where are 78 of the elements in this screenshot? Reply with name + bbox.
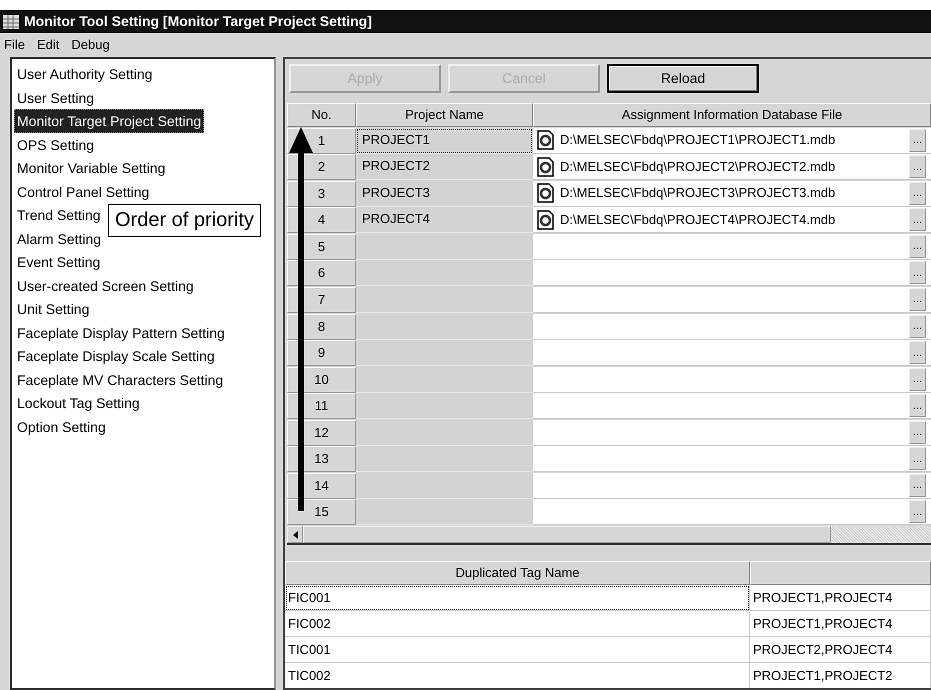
file-path: D:\MELSEC\Fbdq\PROJECT3\PROJECT3.mdb (560, 184, 836, 202)
sidebar-item[interactable]: Monitor Target Project Setting (14, 109, 204, 132)
row-number: 14 (287, 472, 356, 499)
scroll-left-icon (292, 530, 298, 538)
database-file-icon (537, 156, 554, 177)
file-path: D:\MELSEC\Fbdq\PROJECT1\PROJECT1.mdb (560, 131, 836, 150)
scroll-thumb[interactable] (303, 526, 831, 543)
sidebar-item[interactable]: Lockout Tag Setting (14, 391, 143, 414)
database-file-icon (537, 130, 554, 150)
database-file-icon (537, 210, 554, 230)
table-cell: PROJECT1,PROJECT2 (750, 663, 931, 688)
browse-button[interactable]: ... (909, 500, 926, 524)
sidebar-item[interactable]: Control Panel Setting (14, 180, 152, 203)
column-header[interactable]: No. (287, 103, 356, 127)
row-number: 9 (287, 340, 356, 366)
browse-button[interactable]: ... (909, 368, 926, 391)
row-number: 13 (287, 446, 356, 472)
file-path: D:\MELSEC\Fbdq\PROJECT4\PROJECT4.mdb (560, 211, 836, 229)
row-number: 7 (287, 286, 356, 313)
toolbar-button[interactable]: Reload (607, 64, 759, 93)
browse-button[interactable]: ... (909, 182, 926, 205)
row-number: 10 (287, 366, 356, 393)
table-cell: PROJECT1,PROJECT4 (750, 611, 931, 637)
row-number: 5 (287, 234, 356, 260)
browse-button[interactable]: ... (909, 341, 926, 364)
sidebar-item[interactable]: User Setting (14, 86, 98, 109)
sidebar-item[interactable]: Alarm Setting (14, 226, 104, 250)
table-cell: PROJECT1 (356, 128, 533, 154)
horizontal-scrollbar[interactable] (287, 526, 931, 545)
browse-button[interactable]: ... (909, 261, 926, 284)
sidebar-item[interactable]: User-created Screen Setting (14, 274, 197, 297)
browse-button[interactable]: ... (909, 155, 926, 178)
scroll-left-button[interactable] (287, 526, 303, 543)
sidebar-item[interactable]: Faceplate Display Scale Setting (14, 344, 218, 368)
file-path: D:\MELSEC\Fbdq\PROJECT2\PROJECT2.mdb (560, 158, 836, 176)
sidebar-item[interactable]: OPS Setting (14, 132, 98, 156)
browse-button[interactable]: ... (909, 208, 926, 232)
row-number: 3 (287, 180, 356, 207)
sidebar-item[interactable]: Faceplate MV Characters Setting (14, 368, 226, 391)
table-cell: TIC001 (285, 637, 750, 663)
row-number: 4 (287, 207, 356, 234)
row-number: 11 (287, 393, 356, 420)
sidebar-item[interactable]: User Authority Setting (14, 62, 156, 86)
app-icon (2, 14, 20, 30)
column-header: Duplicated Tag Name (285, 561, 750, 585)
browse-button[interactable]: ... (909, 234, 926, 258)
column-header[interactable]: Project Name (356, 103, 533, 127)
table-cell: TIC002 (285, 663, 750, 688)
browse-button[interactable]: ... (909, 394, 926, 418)
menu-item[interactable]: Debug (71, 35, 110, 55)
row-number: 2 (287, 154, 356, 180)
table-cell: PROJECT1,PROJECT4 (750, 585, 931, 611)
column-header[interactable]: Assignment Information Database File (533, 103, 931, 127)
menu-item[interactable]: Edit (36, 35, 60, 55)
sidebar-item[interactable]: Event Setting (14, 250, 104, 274)
row-number: 6 (287, 260, 356, 286)
browse-button[interactable]: ... (909, 314, 926, 338)
row-number: 8 (287, 314, 356, 340)
table-cell: FIC002 (285, 611, 750, 637)
menu-item[interactable]: File (4, 35, 25, 55)
row-number: 15 (287, 499, 356, 526)
browse-button[interactable]: ... (909, 447, 926, 470)
browse-button[interactable]: ... (909, 474, 926, 497)
row-number: 12 (287, 420, 356, 446)
sidebar-item[interactable]: Monitor Variable Setting (14, 156, 168, 180)
callout-label: Order of priority (108, 204, 261, 237)
sidebar-item[interactable]: Faceplate Display Pattern Setting (14, 320, 228, 344)
browse-button[interactable]: ... (909, 420, 926, 444)
sidebar-item[interactable]: Option Setting (14, 414, 109, 438)
database-file-icon (537, 183, 554, 204)
browse-button[interactable]: ... (909, 128, 926, 152)
table-cell: PROJECT2,PROJECT4 (750, 637, 931, 663)
window-title: Monitor Tool Setting [Monitor Target Project Setting] (24, 12, 372, 31)
table-cell: FIC001 (285, 585, 750, 611)
sidebar-item[interactable]: Unit Setting (14, 297, 92, 320)
browse-button[interactable]: ... (909, 288, 926, 311)
row-number: 1 (287, 128, 356, 154)
sidebar-item[interactable]: Trend Setting (14, 203, 104, 226)
